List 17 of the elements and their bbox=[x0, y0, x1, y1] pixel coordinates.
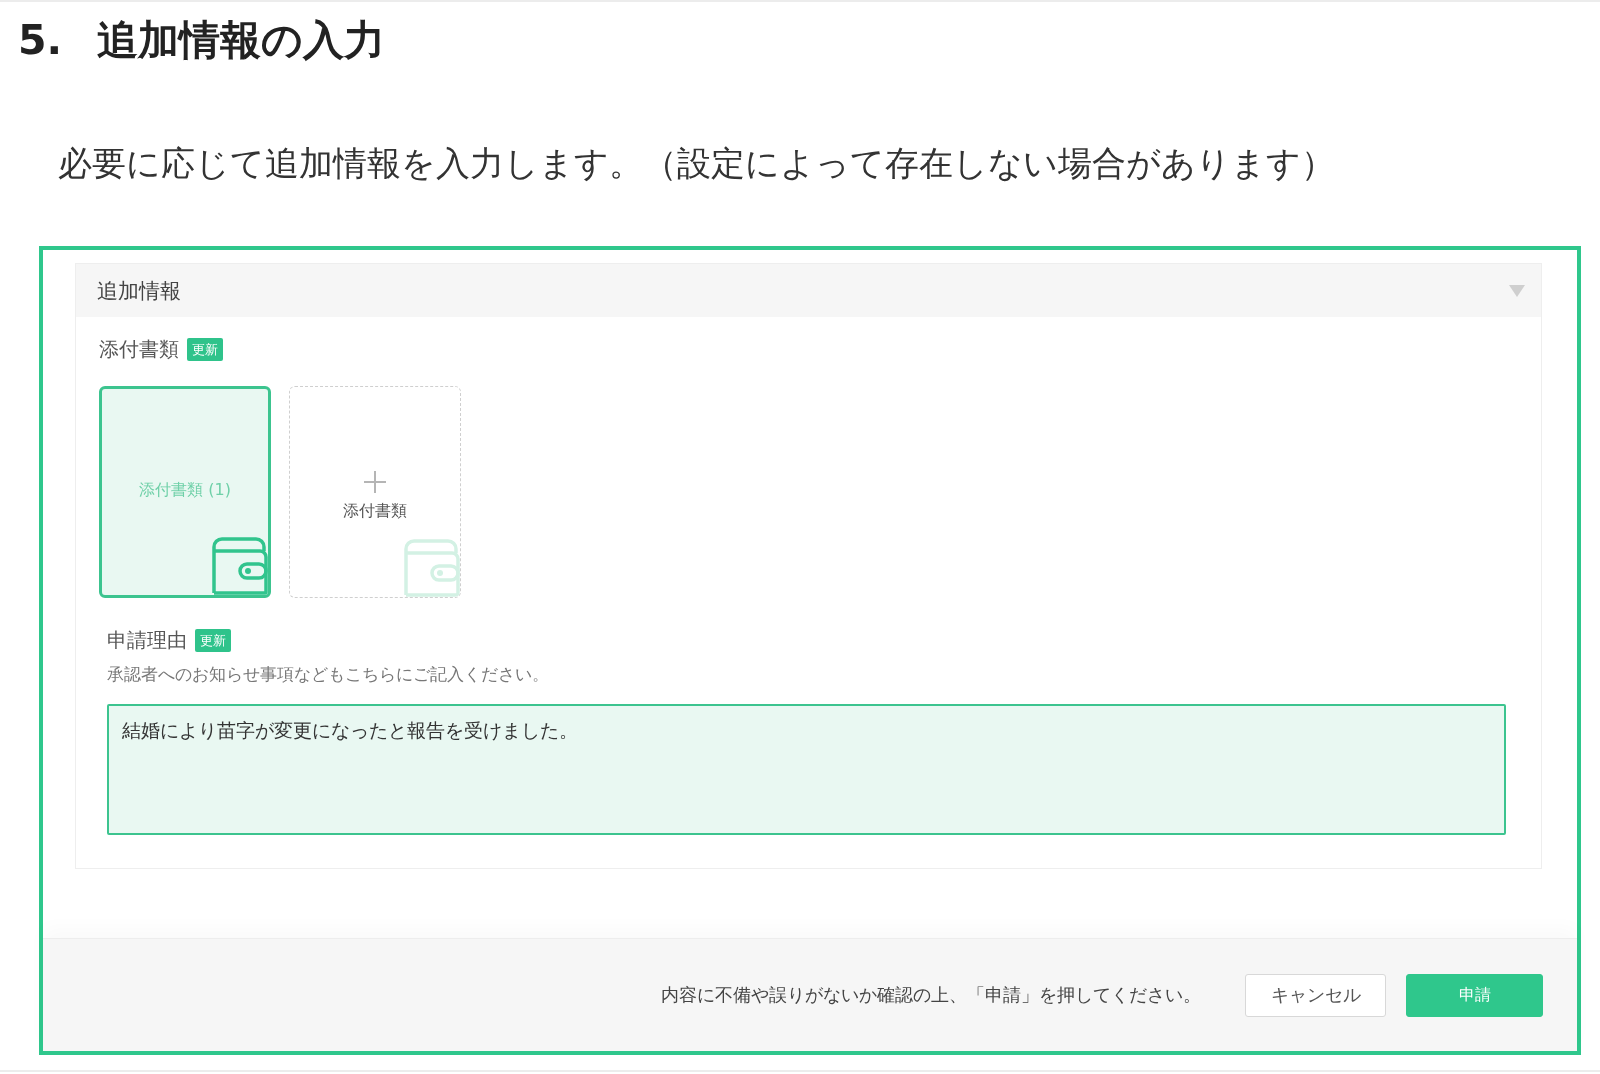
caret-icon bbox=[1509, 284, 1525, 297]
reason-label: 申請理由 bbox=[107, 626, 187, 654]
heading-title: 追加情報の入力 bbox=[97, 14, 385, 66]
panel-header[interactable]: 追加情報 bbox=[76, 264, 1541, 317]
wallet-icon bbox=[212, 537, 268, 595]
reason-field[interactable]: 結婚により苗字が変更になったと報告を受けました。 bbox=[107, 704, 1506, 835]
wallet-icon bbox=[404, 539, 460, 597]
update-badge: 更新 bbox=[187, 337, 223, 361]
heading-number: 5. bbox=[18, 16, 64, 64]
update-badge: 更新 bbox=[195, 628, 231, 652]
confirm-note: 内容に不備や誤りがないか確認の上、「申請」を押してください。 bbox=[661, 983, 1201, 1007]
reason-hint: 承認者へのお知らせ事項などもこちらにご記入ください。 bbox=[107, 664, 549, 684]
intro-text: 必要に応じて追加情報を入力します。（設定によって存在しない場合があります） bbox=[58, 142, 1335, 185]
plus-icon bbox=[364, 470, 386, 493]
attachments-label: 添付書類 bbox=[99, 335, 179, 363]
cancel-button[interactable]: キャンセル bbox=[1245, 973, 1386, 1017]
add-attachment-tile[interactable]: 添付書類 bbox=[289, 386, 461, 598]
